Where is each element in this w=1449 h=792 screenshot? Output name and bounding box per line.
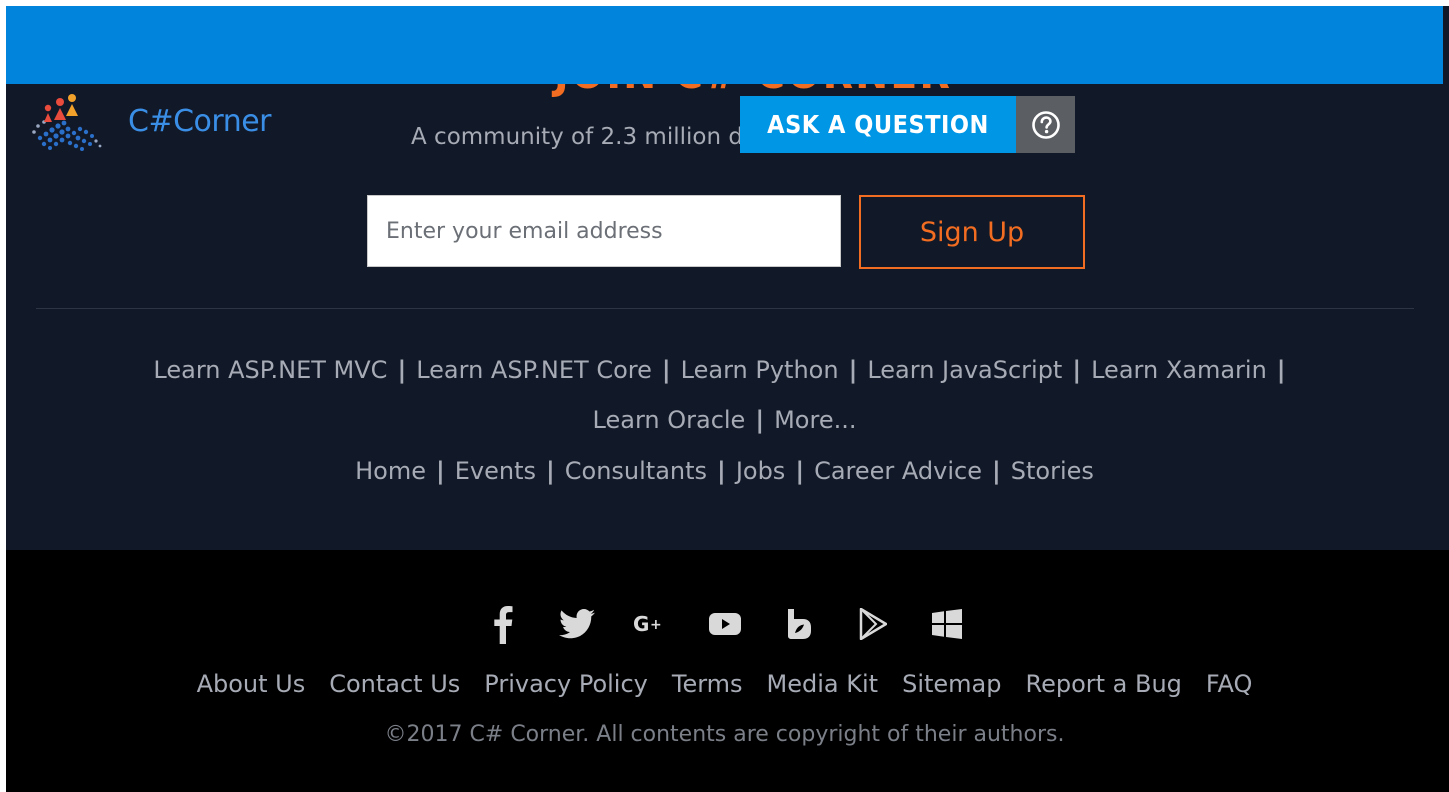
ask-question-button[interactable]: Ask a Question — [740, 96, 1075, 153]
link-separator: | — [1276, 356, 1286, 384]
link-separator: | — [755, 406, 765, 434]
copyright-text: ©2017 C# Corner. All contents are copyri… — [384, 722, 1065, 747]
privacy-policy-link[interactable]: Privacy Policy — [484, 670, 648, 698]
youtube-icon[interactable] — [703, 602, 747, 646]
google-play-icon[interactable] — [851, 602, 895, 646]
learn-javascript-link[interactable]: Learn JavaScript — [867, 356, 1062, 384]
learn-links-row: Learn ASP.NET MVC | Learn ASP.NET Core | Lea… — [6, 356, 1443, 384]
ask-question-icon-box[interactable] — [1016, 96, 1075, 153]
windows-icon[interactable] — [925, 602, 969, 646]
learn-aspnet-core-link[interactable]: Learn ASP.NET Core — [416, 356, 652, 384]
link-separator: | — [848, 356, 858, 384]
learn-aspnet-mvc-link[interactable]: Learn ASP.NET MVC — [153, 356, 387, 384]
facebook-icon[interactable] — [481, 602, 525, 646]
nav-events-link[interactable]: Events — [455, 457, 536, 485]
link-separator: | — [991, 457, 1001, 485]
report-a-bug-link[interactable]: Report a Bug — [1025, 670, 1181, 698]
learn-links-row-2: Learn Oracle | More... — [6, 406, 1443, 434]
learn-oracle-link[interactable]: Learn Oracle — [593, 406, 746, 434]
learn-python-link[interactable]: Learn Python — [681, 356, 839, 384]
ask-question-label: Ask a Question — [740, 96, 1016, 153]
footer: G + About Us Contact Us Privacy Policy Term… — [6, 550, 1449, 792]
link-separator: | — [661, 356, 671, 384]
contact-us-link[interactable]: Contact Us — [329, 670, 460, 698]
bing-icon[interactable] — [777, 602, 821, 646]
learn-xamarin-link[interactable]: Learn Xamarin — [1091, 356, 1267, 384]
more-link[interactable]: More... — [774, 406, 856, 434]
link-separator: | — [1072, 356, 1082, 384]
question-circle-icon — [1031, 110, 1060, 139]
footer-links: About Us Contact Us Privacy Policy Terms Med… — [6, 670, 1443, 698]
nav-home-link[interactable]: Home — [355, 457, 426, 485]
faq-link[interactable]: FAQ — [1206, 670, 1253, 698]
logo[interactable]: C#Corner — [20, 86, 310, 156]
sitemap-link[interactable]: Sitemap — [902, 670, 1001, 698]
section-divider — [36, 308, 1414, 309]
social-icons: G + — [6, 602, 1443, 646]
twitter-icon[interactable] — [555, 602, 599, 646]
google-plus-icon[interactable]: G + — [629, 602, 673, 646]
media-kit-link[interactable]: Media Kit — [767, 670, 879, 698]
site-nav-links: Home | Events | Consultants | Jobs | Career Advi… — [6, 457, 1443, 485]
link-separator: | — [795, 457, 805, 485]
nav-career-advice-link[interactable]: Career Advice — [814, 457, 982, 485]
logo-mark-icon — [32, 94, 102, 151]
logo-text: C#Corner — [128, 103, 272, 139]
link-separator: | — [717, 457, 726, 485]
svg-text:G: G — [633, 612, 649, 636]
nav-consultants-link[interactable]: Consultants — [565, 457, 707, 485]
nav-stories-link[interactable]: Stories — [1011, 457, 1094, 485]
email-input[interactable] — [367, 195, 841, 267]
link-separator: | — [546, 457, 555, 485]
about-us-link[interactable]: About Us — [197, 670, 306, 698]
link-separator: | — [397, 356, 407, 384]
nav-jobs-link[interactable]: Jobs — [736, 457, 786, 485]
terms-link[interactable]: Terms — [672, 670, 743, 698]
page-frame: Join C# Corner C#Corne — [6, 6, 1449, 792]
svg-text:+: + — [650, 617, 662, 633]
link-separator: | — [435, 457, 445, 485]
sign-up-button[interactable]: Sign Up — [859, 195, 1085, 269]
top-blue-bar — [6, 6, 1443, 84]
